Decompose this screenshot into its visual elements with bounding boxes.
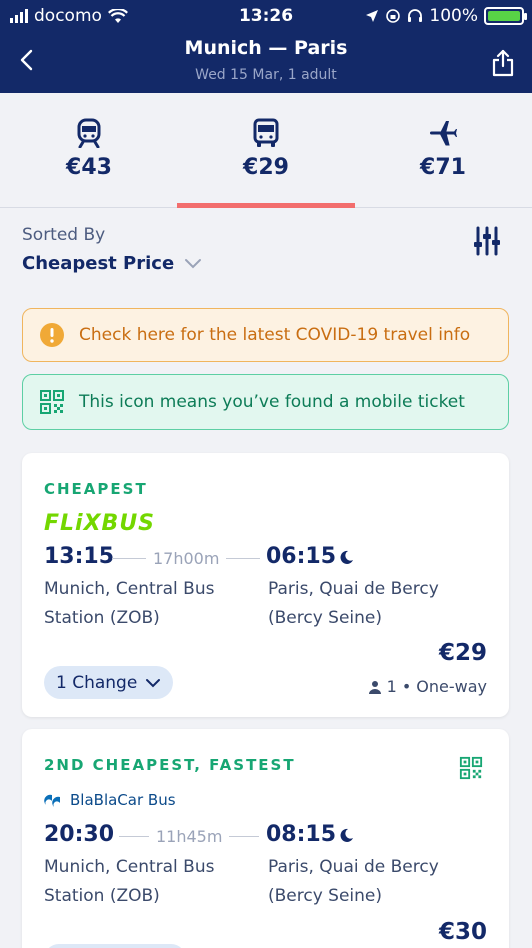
qr-code-icon bbox=[40, 390, 64, 414]
tab-train[interactable]: €43 bbox=[0, 93, 178, 208]
trip-type: One-way bbox=[416, 677, 487, 696]
result-card[interactable]: 2ND CHEAPEST, FASTEST BlaBlaCar Bus 20:3… bbox=[22, 729, 509, 948]
passenger-info: 1 • One-way bbox=[368, 677, 487, 696]
mobile-ticket-text: This icon means you’ve found a mobile ti… bbox=[79, 392, 465, 412]
result-tag: CHEAPEST bbox=[44, 480, 148, 498]
sort-bar: Sorted By Cheapest Price bbox=[0, 208, 532, 298]
train-price: €43 bbox=[66, 155, 112, 180]
flight-price: €71 bbox=[420, 155, 466, 180]
app-header: docomo 13:26 100% Munich — Paris Wed 15 … bbox=[0, 0, 532, 93]
filter-sliders-icon[interactable] bbox=[472, 226, 502, 256]
tab-flight[interactable]: €71 bbox=[354, 93, 532, 208]
departure-station: Munich, Central Bus Station (ZOB) bbox=[44, 579, 215, 628]
changes-label: 1 Change bbox=[56, 672, 138, 693]
duration-text: 17h00m bbox=[153, 549, 220, 568]
arrival-time: 08:15 bbox=[266, 822, 354, 847]
covid-info-banner[interactable]: Check here for the latest COVID-19 trave… bbox=[22, 308, 509, 362]
arrival-time: 06:15 bbox=[266, 544, 354, 569]
covid-info-text: Check here for the latest COVID-19 trave… bbox=[79, 325, 471, 345]
battery-percent: 100% bbox=[429, 6, 478, 26]
arrival-time-text: 08:15 bbox=[266, 822, 337, 847]
chevron-down-icon bbox=[146, 678, 161, 687]
departure-station: Munich, Central Bus Station (ZOB) bbox=[44, 857, 215, 906]
orientation-lock-icon bbox=[386, 9, 401, 23]
moon-icon bbox=[340, 550, 354, 564]
mobile-ticket-qr-icon bbox=[459, 756, 483, 780]
separator-dot: • bbox=[401, 677, 412, 696]
duration: 17h00m bbox=[112, 549, 261, 568]
changes-dropdown[interactable] bbox=[44, 944, 186, 948]
blablacar-bus-logo: BlaBlaCar Bus bbox=[44, 791, 176, 809]
operator-name: BlaBlaCar Bus bbox=[70, 791, 176, 809]
result-tag: 2ND CHEAPEST, FASTEST bbox=[44, 756, 296, 774]
mobile-ticket-banner: This icon means you’ve found a mobile ti… bbox=[22, 374, 509, 430]
chevron-down-icon bbox=[185, 258, 202, 268]
result-card[interactable]: CHEAPEST FLiXBUS 13:15 17h00m 06:15 Muni… bbox=[22, 453, 509, 717]
route-subtitle: Wed 15 Mar, 1 adult bbox=[195, 67, 337, 83]
share-icon[interactable] bbox=[490, 48, 516, 78]
sort-label: Sorted By bbox=[22, 225, 106, 245]
location-arrow-icon bbox=[366, 10, 379, 22]
arrival-time-text: 06:15 bbox=[266, 544, 337, 569]
transport-mode-tabs: €43 €29 €71 bbox=[0, 93, 532, 208]
changes-dropdown[interactable]: 1 Change bbox=[44, 666, 174, 699]
departure-time: 13:15 bbox=[44, 544, 115, 569]
headphones-icon bbox=[408, 9, 423, 22]
duration: 11h45m bbox=[119, 827, 260, 846]
passenger-count: 1 bbox=[386, 677, 397, 696]
train-icon bbox=[77, 118, 101, 148]
route-title: Munich — Paris bbox=[184, 37, 348, 59]
bus-icon bbox=[253, 118, 279, 147]
plane-icon bbox=[430, 121, 457, 146]
arrival-station: Paris, Quai de Bercy (Bercy Seine) bbox=[268, 579, 439, 628]
battery-icon bbox=[484, 7, 527, 25]
status-indicators: 100% bbox=[365, 6, 527, 26]
sort-value: Cheapest Price bbox=[22, 253, 175, 274]
blablacar-icon bbox=[44, 794, 60, 807]
arrival-station: Paris, Quai de Bercy (Bercy Seine) bbox=[268, 857, 439, 906]
warning-icon bbox=[40, 323, 64, 347]
duration-text: 11h45m bbox=[156, 827, 223, 846]
departure-time: 20:30 bbox=[44, 822, 115, 847]
result-price: €29 bbox=[438, 640, 487, 666]
tab-bus[interactable]: €29 bbox=[177, 93, 355, 208]
status-bar: docomo 13:26 100% bbox=[0, 0, 532, 32]
person-icon bbox=[368, 680, 381, 694]
bus-price: €29 bbox=[243, 155, 289, 180]
moon-icon bbox=[340, 828, 354, 842]
result-price: €30 bbox=[438, 919, 487, 945]
flixbus-logo: FLiXBUS bbox=[44, 511, 156, 536]
sort-dropdown[interactable]: Cheapest Price bbox=[22, 253, 202, 274]
